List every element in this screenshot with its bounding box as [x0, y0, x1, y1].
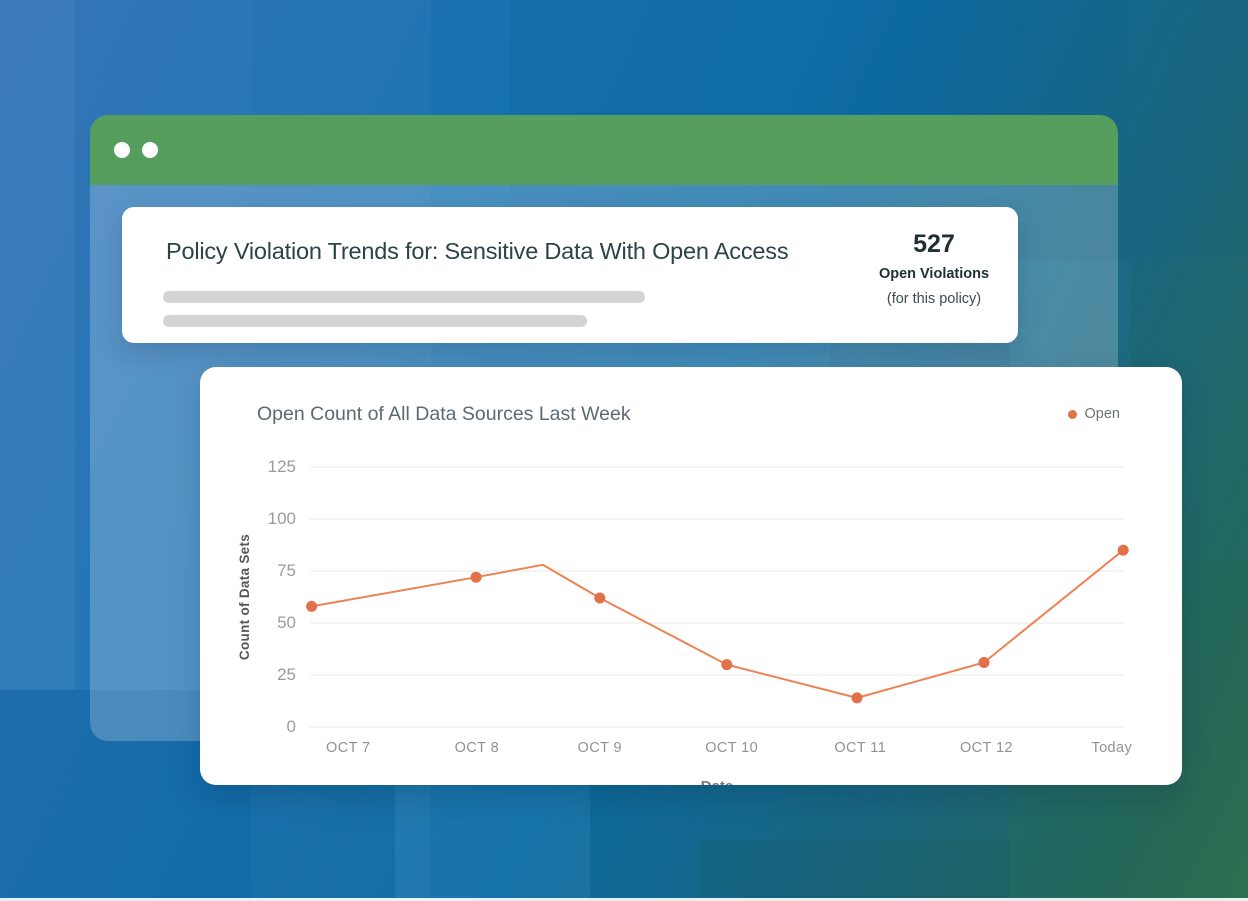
policy-card-title: Policy Violation Trends for: Sensitive D… [166, 238, 788, 265]
legend-label: Open [1085, 406, 1120, 422]
legend-dot-icon [1068, 410, 1077, 419]
window-control-dot-icon[interactable] [114, 142, 130, 158]
y-tick-label: 0 [200, 717, 296, 737]
y-tick-label: 125 [200, 457, 296, 477]
data-point-marker[interactable] [1118, 545, 1129, 556]
open-violations-stat: 527 Open Violations (for this policy) [866, 229, 1002, 307]
window-title-bar [90, 115, 1118, 185]
line-chart-plot [310, 467, 1124, 727]
chart-title: Open Count of All Data Sources Last Week [257, 403, 631, 426]
x-tick-label: OCT 10 [672, 740, 792, 756]
y-tick-label: 100 [200, 509, 296, 529]
x-tick-label: OCT 9 [540, 740, 660, 756]
data-point-marker[interactable] [471, 572, 482, 583]
y-tick-label: 25 [200, 665, 296, 685]
y-axis-title: Count of Data Sets [237, 467, 257, 727]
x-tick-label: OCT 12 [926, 740, 1046, 756]
x-tick-label: OCT 8 [417, 740, 537, 756]
screenshot-stage: Policy Violation Trends for: Sensitive D… [0, 0, 1248, 901]
y-tick-label: 50 [200, 613, 296, 633]
x-tick-label: Today [1052, 740, 1172, 756]
bg-tile [0, 0, 75, 690]
x-axis-title-clipped: Date [310, 778, 1124, 785]
y-tick-label: 75 [200, 561, 296, 581]
trend-line-open [312, 550, 1124, 698]
x-tick-label: OCT 7 [288, 740, 408, 756]
stat-value: 527 [866, 229, 1002, 259]
legend-item-open[interactable]: Open [1068, 406, 1120, 422]
window-control-dot-icon[interactable] [142, 142, 158, 158]
data-point-marker[interactable] [852, 692, 863, 703]
data-point-marker[interactable] [594, 593, 605, 604]
policy-violation-card: Policy Violation Trends for: Sensitive D… [122, 207, 1018, 343]
stat-sublabel: (for this policy) [866, 291, 1002, 307]
data-point-marker[interactable] [721, 659, 732, 670]
stat-label: Open Violations [866, 266, 1002, 282]
data-point-marker[interactable] [306, 601, 317, 612]
x-tick-label: OCT 11 [800, 740, 920, 756]
skeleton-bar [163, 315, 587, 327]
bg-tile [700, 840, 1010, 901]
bg-tile [1130, 0, 1248, 260]
data-point-marker[interactable] [979, 657, 990, 668]
chart-card: Open Count of All Data Sources Last Week… [200, 367, 1182, 785]
skeleton-bar [163, 291, 645, 303]
